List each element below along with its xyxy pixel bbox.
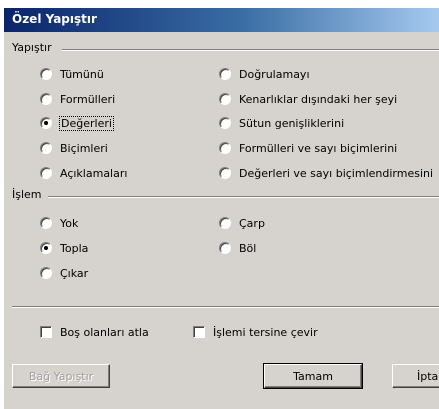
checkbox-skip-blanks[interactable]: Boş olanları atla (40, 324, 149, 340)
radio-label: Tümünü (60, 67, 104, 81)
radio-button-icon (40, 68, 52, 80)
radio-label: Çarp (239, 216, 265, 230)
paste-group-divider (62, 49, 439, 51)
radio-label: Çıkar (60, 266, 89, 280)
paste-special-dialog: Özel Yapıştır Yapıştır Tümünü Formülleri… (3, 7, 439, 409)
paste-group-label: Yapıştır (12, 41, 56, 54)
radio-label: Formülleri ve sayı biçimlerini (239, 141, 398, 155)
radio-paste-formulas[interactable]: Formülleri (40, 91, 115, 107)
title-bar[interactable]: Özel Yapıştır (4, 8, 439, 32)
radio-button-icon (219, 217, 231, 229)
radio-paste-all[interactable]: Tümünü (40, 66, 104, 82)
paste-link-button[interactable]: Bağ Yapıştır (12, 364, 110, 388)
radio-paste-column-widths[interactable]: Sütun genişliklerini (219, 115, 344, 131)
radio-button-icon (219, 117, 231, 129)
ok-button[interactable]: Tamam (263, 363, 363, 389)
radio-button-icon (40, 217, 52, 229)
window-title: Özel Yapıştır (12, 12, 97, 26)
radio-button-icon (40, 167, 52, 179)
cancel-button[interactable]: İptal (392, 364, 439, 388)
radio-button-icon (219, 68, 231, 80)
radio-label: Doğrulamayı (239, 67, 310, 81)
radio-operation-multiply[interactable]: Çarp (219, 215, 265, 231)
radio-button-icon (219, 167, 231, 179)
radio-button-icon (40, 93, 52, 105)
checkbox-label: Boş olanları atla (60, 325, 149, 339)
checkbox-icon (40, 326, 52, 338)
radio-operation-divide[interactable]: Böl (219, 240, 256, 256)
radio-label: Değerleri (59, 115, 114, 131)
radio-button-icon (40, 142, 52, 154)
radio-label: Değerleri ve sayı biçimlendirmesini (239, 166, 434, 180)
radio-paste-formulas-and-number-formats[interactable]: Formülleri ve sayı biçimlerini (219, 140, 397, 156)
radio-button-icon (40, 117, 52, 129)
radio-label: Kenarlıklar dışındaki her şeyi (239, 92, 398, 106)
radio-button-icon (40, 267, 52, 279)
radio-label: Yok (60, 216, 79, 230)
radio-paste-validation[interactable]: Doğrulamayı (219, 66, 310, 82)
radio-paste-comments[interactable]: Açıklamaları (40, 165, 127, 181)
operation-group-label: İşlem (12, 188, 46, 201)
radio-button-icon (219, 242, 231, 254)
radio-label: Sütun genişliklerini (239, 116, 345, 130)
radio-label: Böl (239, 241, 257, 255)
radio-paste-values[interactable]: Değerleri (40, 115, 114, 131)
radio-label: Topla (60, 241, 89, 255)
checkbox-transpose[interactable]: İşlemi tersine çevir (193, 324, 318, 340)
options-divider (12, 306, 439, 308)
operation-group-divider (48, 196, 439, 198)
radio-paste-all-except-borders[interactable]: Kenarlıklar dışındaki her şeyi (219, 91, 397, 107)
radio-label: Biçimleri (60, 141, 108, 155)
radio-label: Açıklamaları (60, 166, 128, 180)
radio-button-icon (219, 93, 231, 105)
checkbox-label: İşlemi tersine çevir (213, 325, 318, 339)
radio-paste-values-and-number-formats[interactable]: Değerleri ve sayı biçimlendirmesini (219, 165, 433, 181)
radio-label: Formülleri (60, 92, 116, 106)
radio-button-icon (219, 142, 231, 154)
radio-operation-subtract[interactable]: Çıkar (40, 265, 88, 281)
checkbox-icon (193, 326, 205, 338)
radio-operation-none[interactable]: Yok (40, 215, 78, 231)
radio-button-icon (40, 242, 52, 254)
radio-paste-formats[interactable]: Biçimleri (40, 140, 108, 156)
radio-operation-add[interactable]: Topla (40, 240, 88, 256)
